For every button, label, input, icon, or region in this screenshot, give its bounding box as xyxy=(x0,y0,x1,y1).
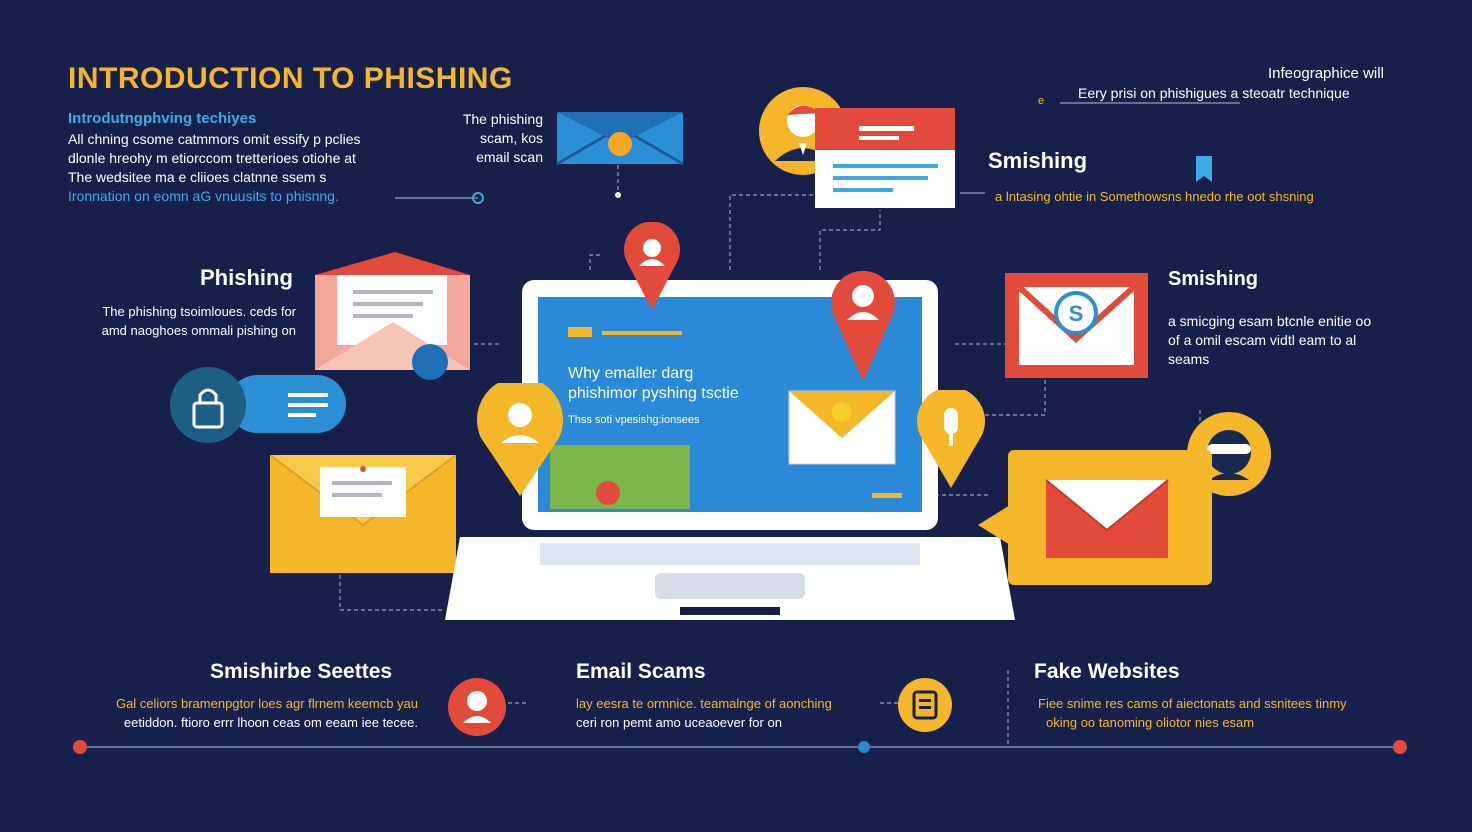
location-pin-icon xyxy=(829,268,897,383)
lock-chat-icon xyxy=(148,365,350,445)
email-note-line: The phishing xyxy=(462,111,543,127)
page-title: INTRODUCTION TO PHISHING xyxy=(68,62,513,95)
bottom-col3-line: Fiee snime res cams of aiectonats and ss… xyxy=(1038,696,1347,711)
phishing-line: amd naoghoes ommali pishing on xyxy=(101,323,296,338)
intro-line-blue: Ironnation on eomn aG vnuusits to phisnn… xyxy=(68,188,339,204)
bookmark-icon xyxy=(1195,155,1213,183)
message-card xyxy=(815,108,955,208)
bottom-col1-text: Gal celiors bramenpgtor loes agr flrnem … xyxy=(68,694,418,732)
red-envelope-icon: S xyxy=(1005,273,1148,378)
top-right-mark: e xyxy=(1038,95,1045,107)
phishing-line: The phishing tsoimloues. ceds for xyxy=(102,304,296,319)
smishing-right-line: a smicging esam btcnle enitie oo xyxy=(1168,313,1372,329)
screen-envelope-icon xyxy=(788,390,896,465)
bottom-col2-line: lay eesra te ormnice. teamalnge of aonch… xyxy=(576,696,832,711)
top-right-line2: Eery prisi on phishigues a steoatr techn… xyxy=(1078,85,1350,101)
screen-line: phishimor pyshing tsctie xyxy=(568,385,739,402)
phishing-text: The phishing tsoimloues. ceds for amd na… xyxy=(68,302,296,340)
email-note-line: scam, kos xyxy=(479,130,543,146)
bottom-col3-line: oking oo tanoming oliotor nies esam xyxy=(1046,715,1255,730)
bottom-col1-line: eetiddon. ftioro errr lhoon ceas om eeam… xyxy=(123,715,418,730)
person-pin-icon xyxy=(447,677,507,737)
email-note: The phishing scam, kos email scan xyxy=(458,110,543,167)
yellow-envelope-icon xyxy=(270,455,456,573)
intro-line: dlonle hreohy m etiorccom tretterioes ot… xyxy=(68,150,356,166)
bottom-col2-text: lay eesra te ormnice. teamalnge of aonch… xyxy=(576,694,886,732)
chat-envelope-icon xyxy=(978,450,1212,585)
svg-text:S: S xyxy=(1069,301,1084,326)
intro-line: All chning csome catmmors omit essify p … xyxy=(68,131,361,147)
document-icon xyxy=(897,677,953,733)
screen-small: Thss soti vpesishg:ionsees xyxy=(568,414,700,426)
email-note-line: email scan xyxy=(476,149,543,165)
screen-text: Why emaller darg phishimor pyshing tscti… xyxy=(568,364,739,430)
bottom-col3-text: Fiee snime res cams of aiectonats and ss… xyxy=(1038,694,1418,732)
blue-envelope-icon xyxy=(555,110,685,166)
smishing-right-text: a smicging esam btcnle enitie oo of a om… xyxy=(1168,312,1408,369)
bottom-col1-heading: Smishirbe Seettes xyxy=(210,660,393,683)
location-pin-icon xyxy=(475,383,565,498)
bottom-col2-line: ceri ron pemt amo uceaoever for on xyxy=(576,715,782,730)
intro-subtitle: Introdutngphving techiyes xyxy=(68,110,257,127)
intro-text: All chning csome catmmors omit essify p … xyxy=(68,130,428,206)
smishing-right-line: of a omil escam vidtl eam to al xyxy=(1168,332,1357,348)
bottom-col1-line: Gal celiors bramenpgtor loes agr flrnem … xyxy=(115,696,418,711)
bottom-col2-heading: Email Scams xyxy=(576,660,706,683)
smishing-right-line: seams xyxy=(1168,351,1210,367)
location-pin-icon xyxy=(915,390,987,490)
top-right-line1: Infeographice will xyxy=(1268,65,1384,82)
screen-line: Why emaller darg xyxy=(568,365,694,382)
intro-line: The wedsitee ma e cliioes clatnne ssem s xyxy=(68,169,327,185)
phishing-heading: Phishing xyxy=(200,265,293,290)
smishing-right-heading: Smishing xyxy=(1168,268,1259,290)
smishing-top-heading: Smishing xyxy=(988,148,1088,173)
smishing-top-text: a lntasing ohtie in Somethowsns hnedo rh… xyxy=(995,189,1314,204)
bottom-col3-heading: Fake Websites xyxy=(1034,660,1180,683)
location-pin-icon xyxy=(623,222,681,312)
